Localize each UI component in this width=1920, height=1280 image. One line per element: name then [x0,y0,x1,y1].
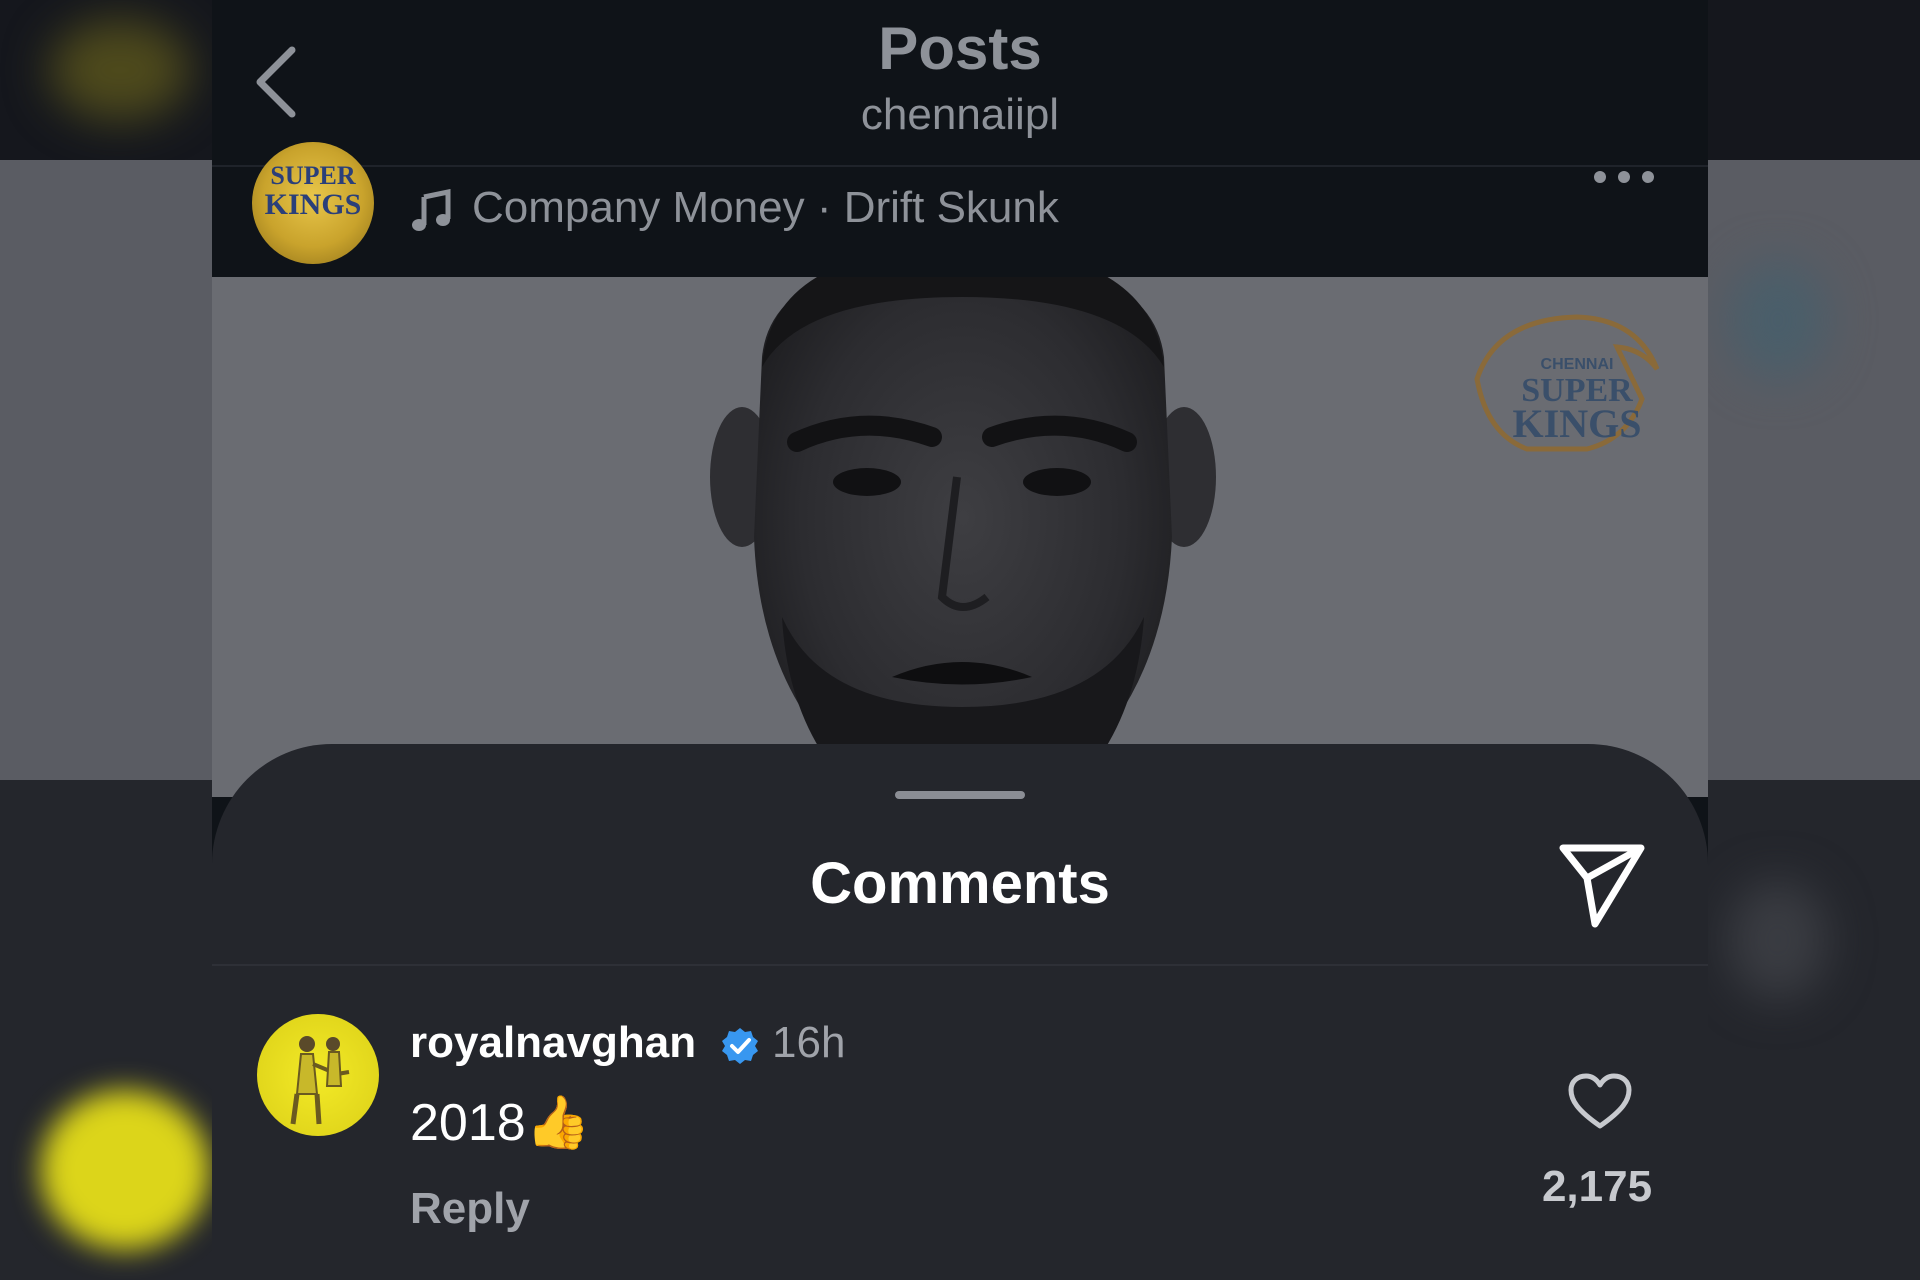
svg-text:CHENNAI: CHENNAI [1541,356,1614,373]
commenter-avatar[interactable] [257,1014,379,1136]
post-avatar[interactable]: SUPER KINGS [252,142,374,264]
comment-timestamp: 16h [772,1018,846,1067]
avatar-logo-text: KINGS [264,188,362,221]
backdrop-right [1708,0,1920,1280]
svg-text:KINGS: KINGS [1513,401,1642,446]
page-subtitle: chennaiipl [860,90,1060,139]
comments-sheet: Comments royalnavghan 16h 2018👍 Reply 2,… [212,744,1708,1280]
ellipsis-icon[interactable] [1592,167,1656,187]
player-portrait-image [710,277,1216,797]
comments-title: Comments [810,851,1110,916]
paper-plane-icon[interactable] [1557,840,1647,930]
post-header: SUPER KINGS Company Money · Drift Skunk [212,142,1708,277]
comment-text: 2018👍 [410,1094,591,1152]
post-image[interactable]: CHENNAI SUPER KINGS [212,277,1708,797]
csk-watermark-logo: CHENNAI SUPER KINGS [1474,314,1660,452]
nav-bar: Posts chennaiipl [212,0,1708,165]
player-figure-icon [290,1036,350,1125]
phone-screen: Posts chennaiipl SUPER KINGS Company Mon… [212,0,1708,1280]
avatar-logo-text: SUPER [270,161,356,190]
divider [212,964,1708,966]
like-count: 2,175 [1541,1162,1653,1211]
comment-item: royalnavghan 16h 2018👍 Reply 2,175 [212,1014,1708,1274]
verified-badge-icon [722,1028,758,1064]
comment-username[interactable]: royalnavghan [410,1018,696,1068]
reply-button[interactable]: Reply [410,1184,530,1234]
heart-icon[interactable] [1567,1072,1633,1132]
backdrop-left [0,0,212,1280]
audio-label[interactable]: Company Money · Drift Skunk [472,183,1059,233]
sheet-grabber[interactable] [895,791,1025,799]
music-note-icon [412,189,451,231]
page-title: Posts [878,15,1042,82]
